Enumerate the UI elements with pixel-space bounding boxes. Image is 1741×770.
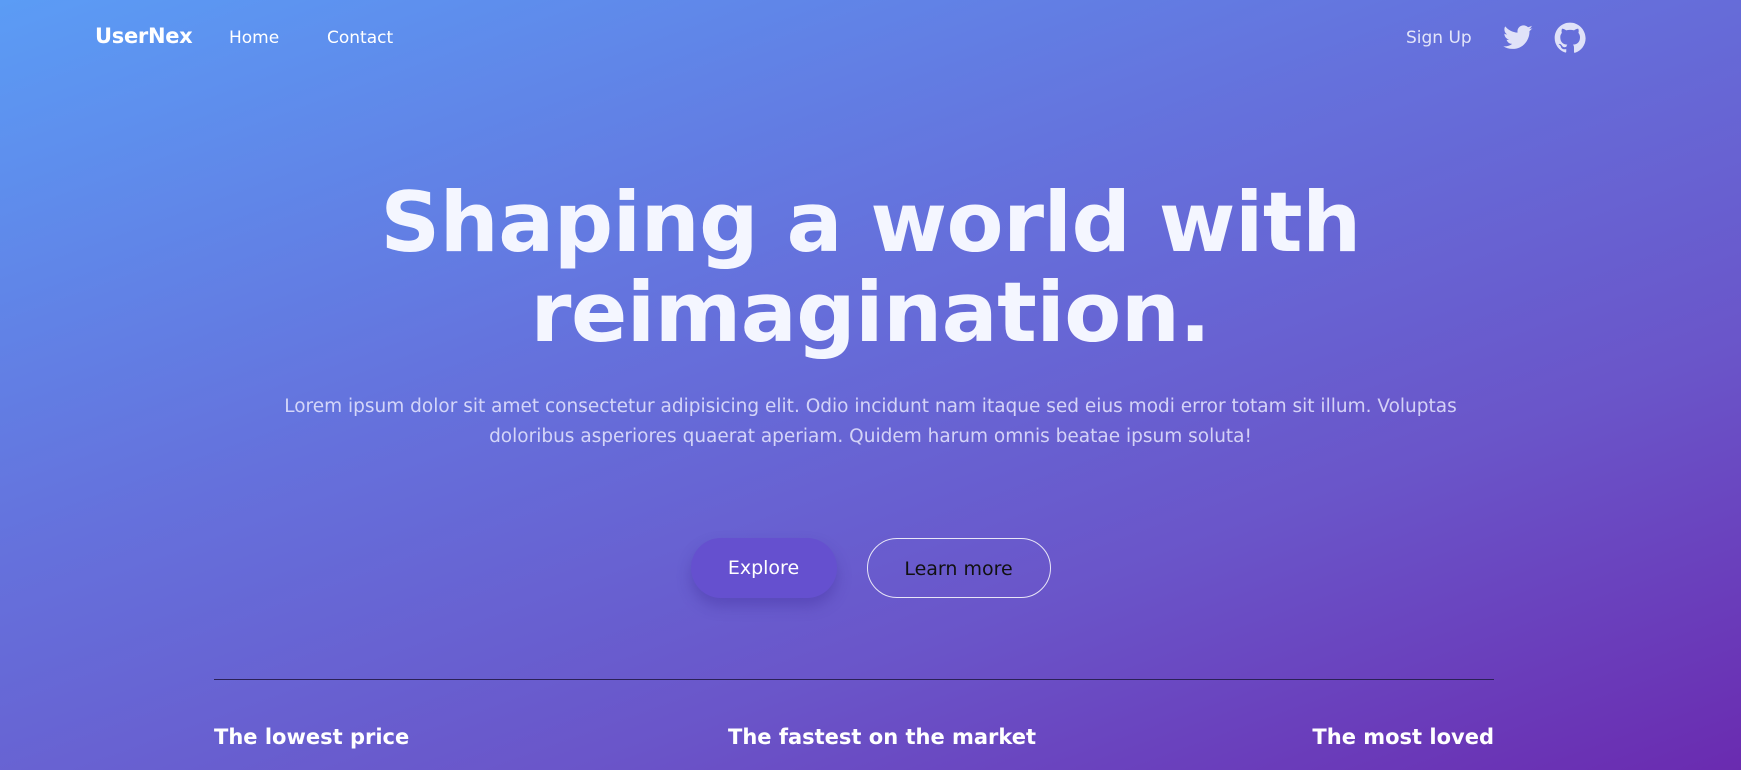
feature-lowest-price: The lowest price bbox=[214, 725, 410, 749]
hero-subtext: Lorem ipsum dolor sit amet consectetur a… bbox=[284, 396, 1457, 447]
nav-link-home[interactable]: Home bbox=[229, 28, 279, 48]
twitter-icon[interactable] bbox=[1502, 22, 1534, 54]
explore-button[interactable]: Explore bbox=[690, 538, 837, 598]
github-icon[interactable] bbox=[1554, 22, 1586, 54]
hero-headline: Shaping a world with reimagination. bbox=[371, 178, 1371, 358]
headline-line-2: reimagination. bbox=[530, 264, 1211, 361]
nav-link-contact[interactable]: Contact bbox=[327, 28, 393, 48]
hero-actions: Explore Learn more bbox=[0, 538, 1741, 598]
section-divider bbox=[214, 679, 1494, 680]
brand-logo[interactable]: UserNex bbox=[95, 24, 193, 48]
headline-line-1: Shaping a world with bbox=[380, 174, 1361, 271]
feature-most-loved: The most loved bbox=[1312, 725, 1494, 749]
learn-more-button[interactable]: Learn more bbox=[866, 538, 1051, 598]
feature-fastest: The fastest on the market bbox=[728, 725, 1037, 749]
sign-up-link[interactable]: Sign Up bbox=[1406, 28, 1472, 48]
top-navbar: UserNex Home Contact Sign Up bbox=[0, 0, 1741, 78]
hero-section: Shaping a world with reimagination. Lore… bbox=[0, 178, 1741, 452]
